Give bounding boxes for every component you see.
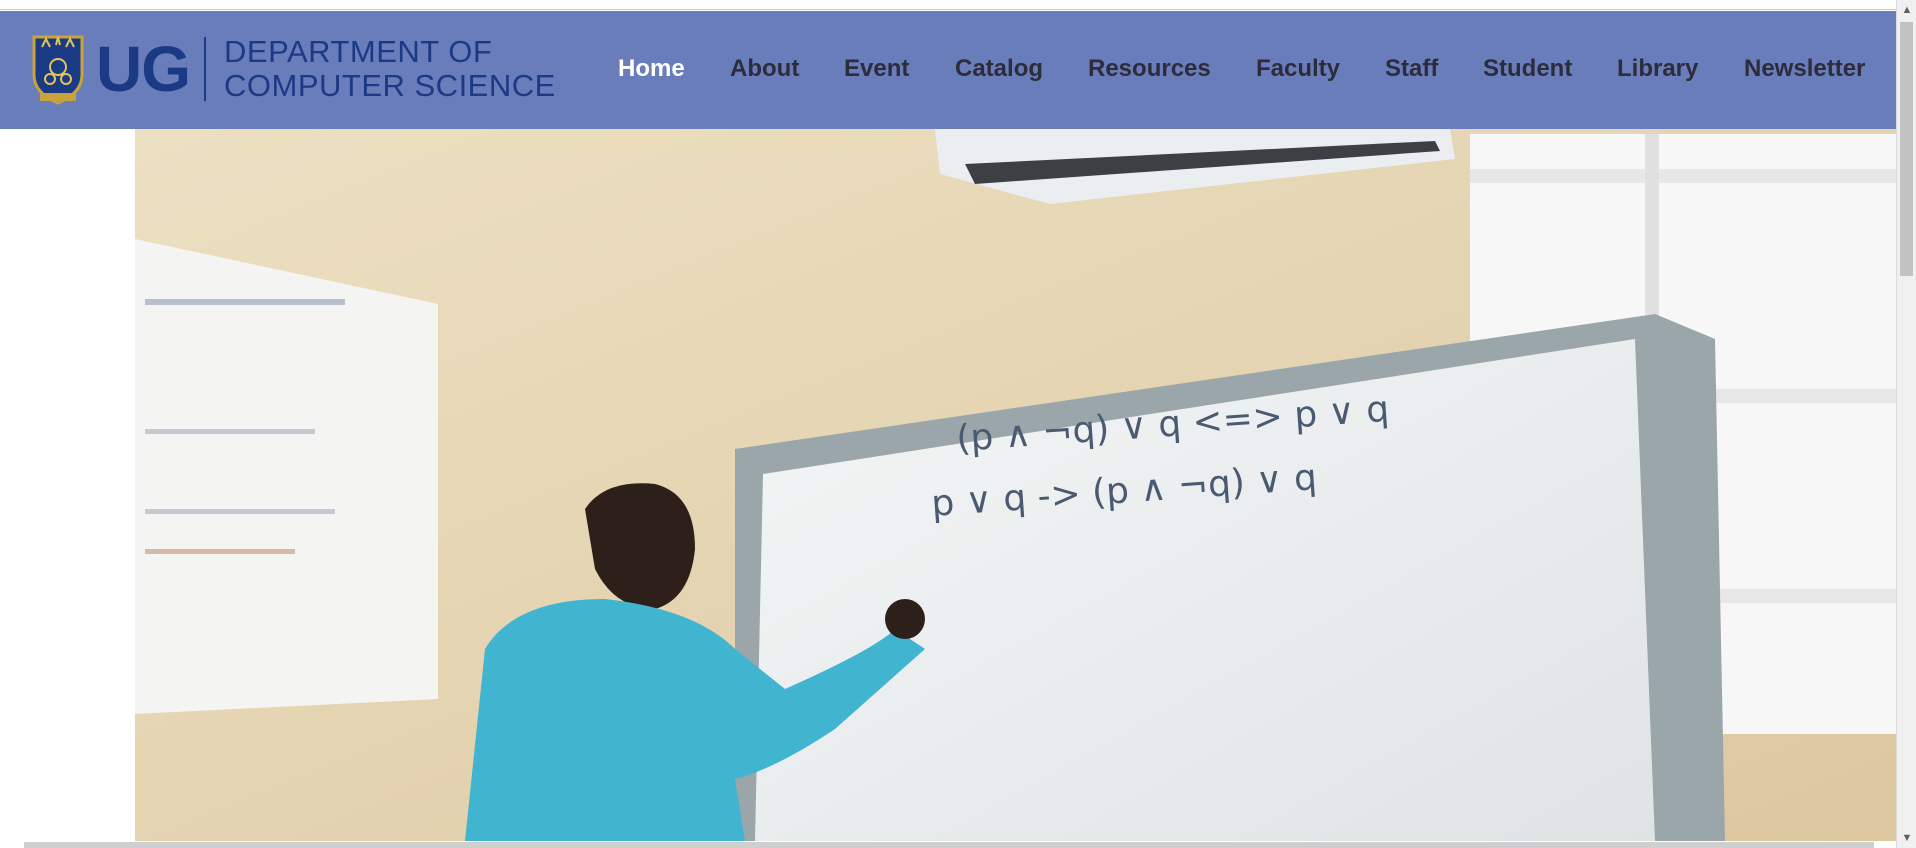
- nav-library[interactable]: Library: [1617, 55, 1698, 83]
- scroll-down-arrow-icon[interactable]: ▼: [1897, 828, 1916, 848]
- hero-image: (p ∧ ¬q) ∨ q <=> p ∨ q p ∨ q -> (p ∧ ¬q)…: [135, 129, 1896, 841]
- site-header: UG DEPARTMENT OF COMPUTER SCIENCE Home A…: [0, 11, 1896, 129]
- main-navigation: Home About Event Catalog Resources Facul…: [0, 11, 1896, 129]
- browser-top-edge: [0, 0, 1896, 10]
- nav-event[interactable]: Event: [844, 55, 909, 83]
- scroll-up-arrow-icon[interactable]: ▲: [1897, 0, 1916, 20]
- nav-catalog[interactable]: Catalog: [955, 55, 1043, 83]
- vertical-scrollbar[interactable]: ▲ ▼: [1896, 0, 1916, 848]
- nav-faculty[interactable]: Faculty: [1256, 55, 1340, 83]
- nav-student[interactable]: Student: [1483, 55, 1572, 83]
- horizontal-scrollbar[interactable]: [24, 842, 1874, 848]
- nav-newsletter[interactable]: Newsletter: [1744, 55, 1865, 83]
- nav-staff[interactable]: Staff: [1385, 55, 1438, 83]
- projector-screen: [135, 239, 438, 714]
- nav-home[interactable]: Home: [618, 55, 685, 83]
- nav-resources[interactable]: Resources: [1088, 55, 1211, 83]
- scrollbar-thumb[interactable]: [1900, 22, 1913, 276]
- nav-about[interactable]: About: [730, 55, 799, 83]
